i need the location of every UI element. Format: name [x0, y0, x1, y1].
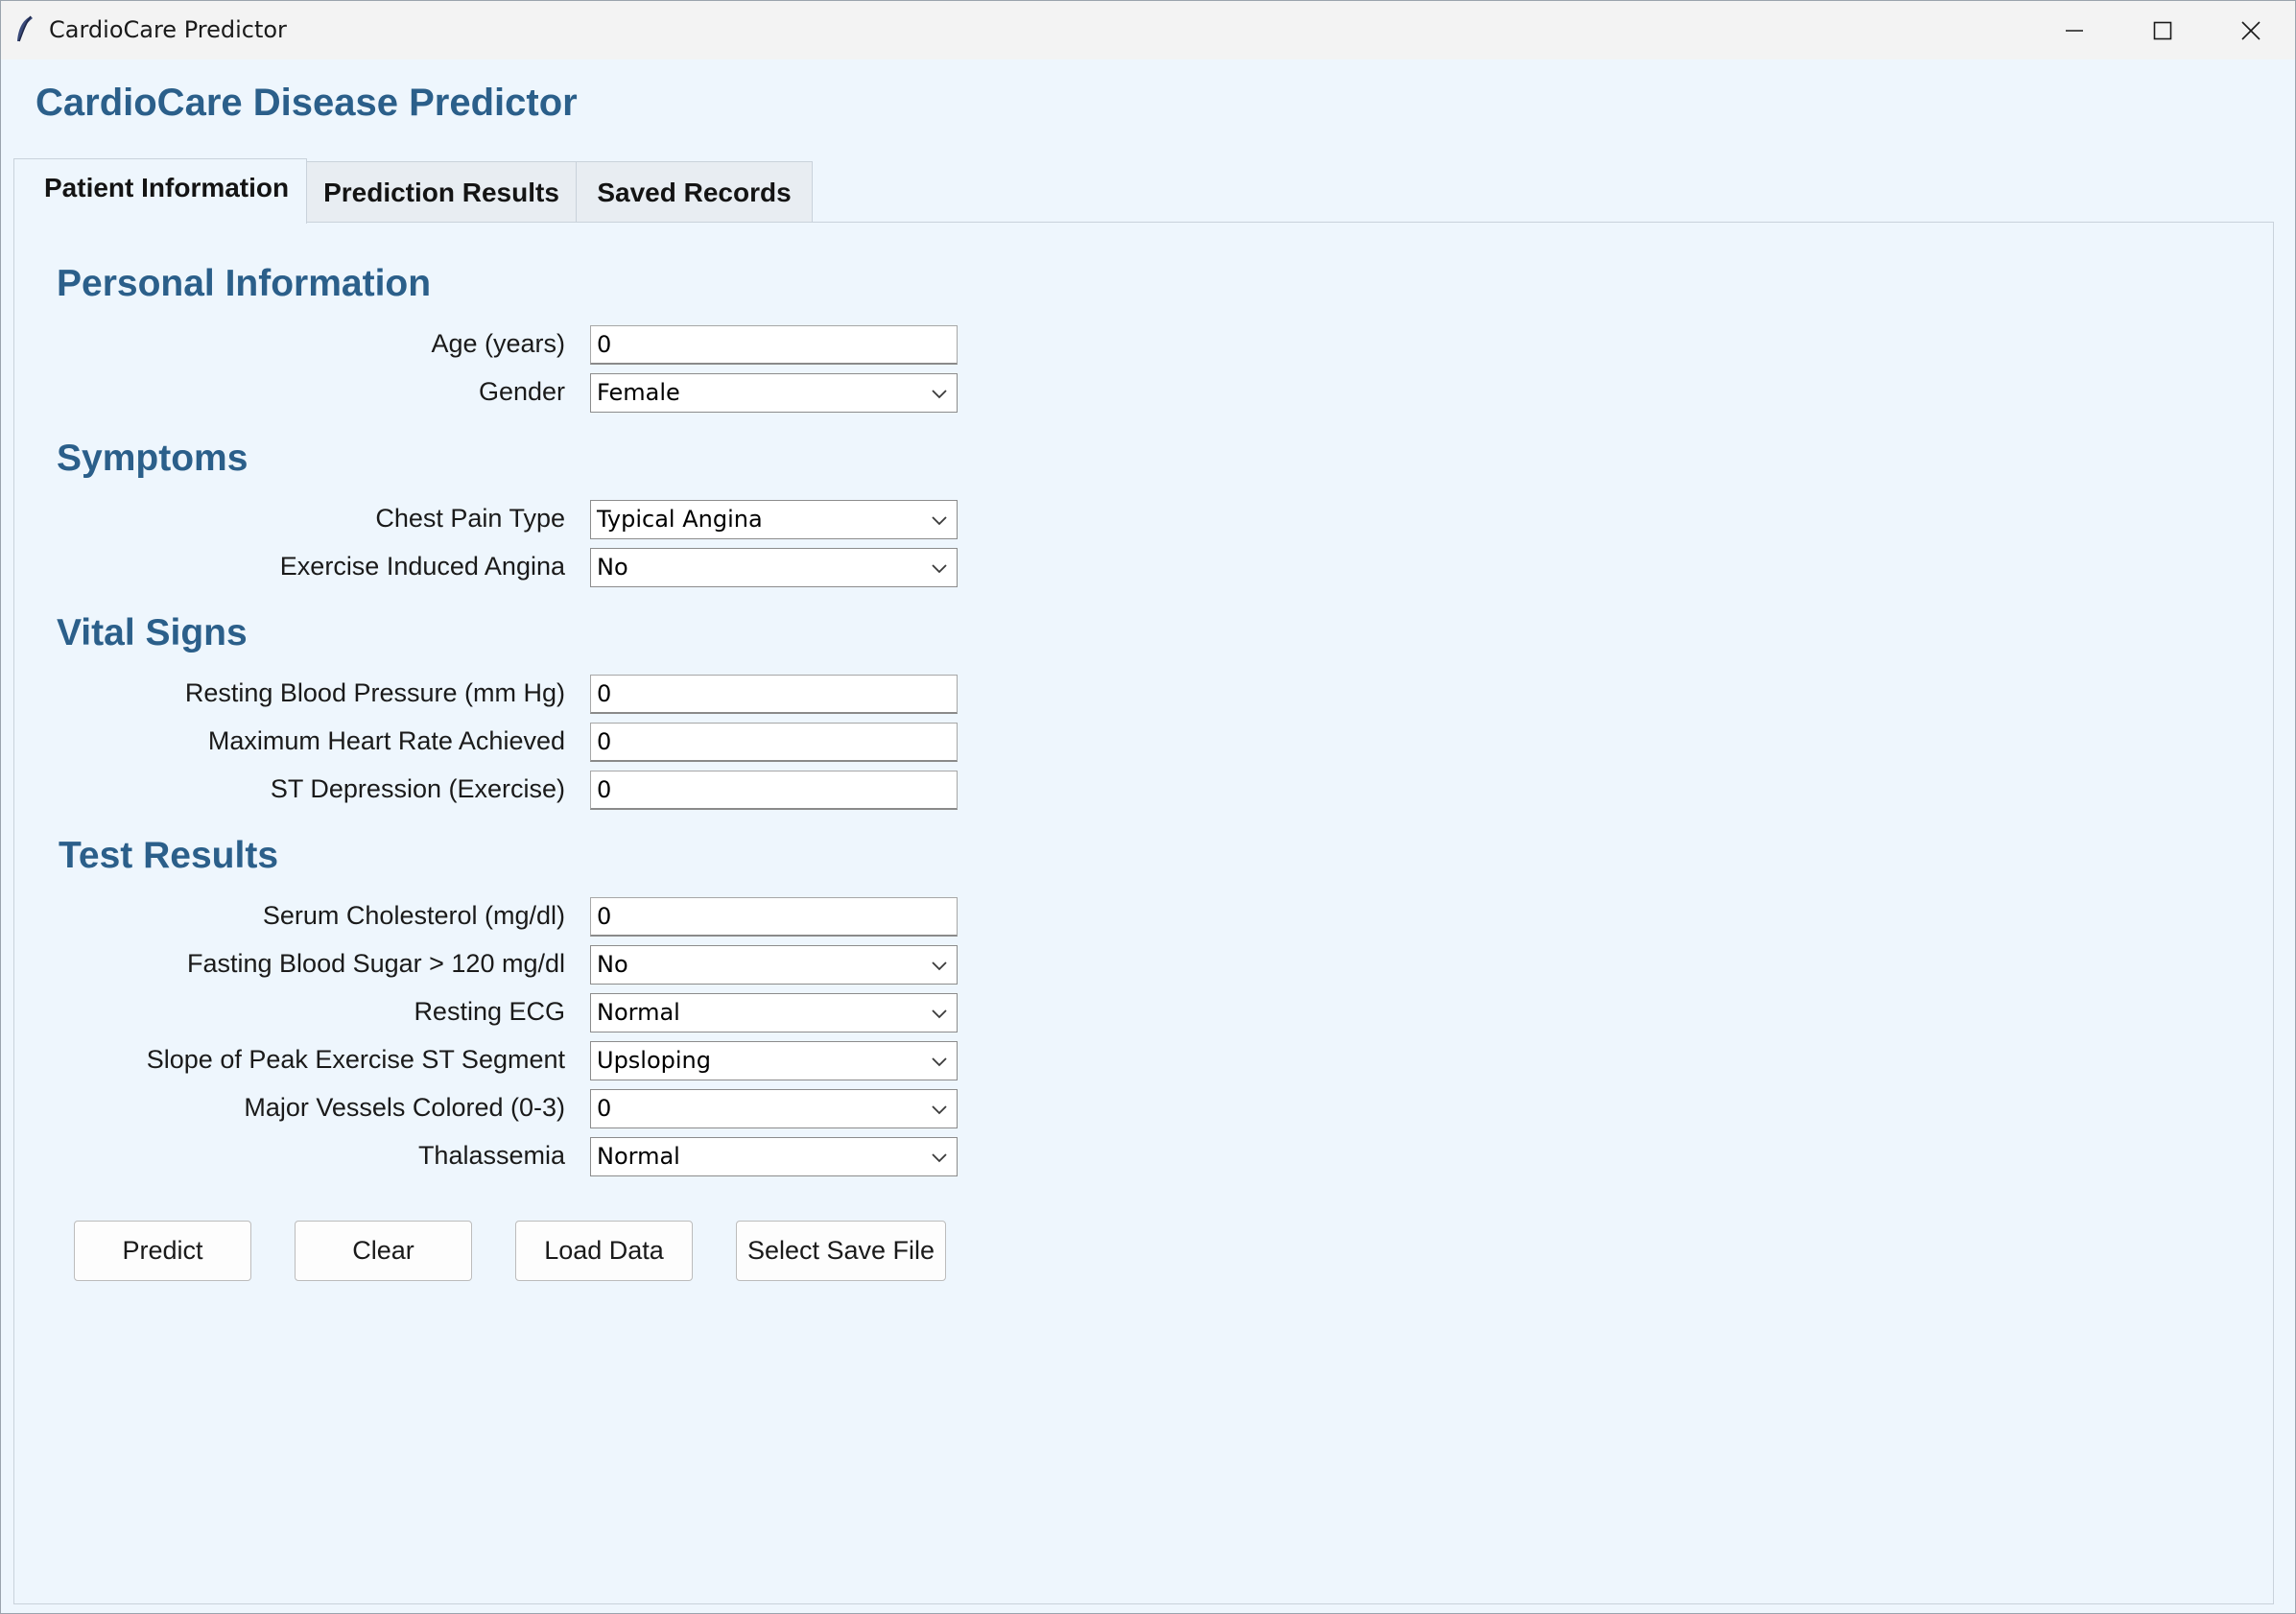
predict-button[interactable]: Predict — [74, 1221, 251, 1281]
major-vessels-label: Major Vessels Colored (0-3) — [244, 1093, 565, 1122]
chevron-down-icon — [932, 390, 947, 399]
fasting-blood-sugar-label: Fasting Blood Sugar > 120 mg/dl — [187, 949, 565, 978]
chevron-down-icon — [932, 1153, 947, 1163]
age-label: Age (years) — [431, 329, 565, 358]
title-bar[interactable]: CardioCare Predictor — [1, 1, 2295, 59]
window-title: CardioCare Predictor — [49, 16, 287, 43]
max-heart-rate-input[interactable]: 0 — [590, 723, 958, 762]
gender-label: Gender — [478, 377, 565, 406]
gender-select[interactable]: Female — [590, 373, 958, 413]
st-slope-select[interactable]: Upsloping — [590, 1041, 958, 1080]
exercise-angina-label: Exercise Induced Angina — [279, 552, 565, 581]
resting-bp-input[interactable]: 0 — [590, 675, 958, 714]
chevron-down-icon — [932, 516, 947, 526]
chevron-down-icon — [932, 564, 947, 574]
st-depression-label: ST Depression (Exercise) — [270, 774, 565, 803]
chevron-down-icon — [932, 961, 947, 971]
chevron-down-icon — [932, 1105, 947, 1115]
resting-ecg-select[interactable]: Normal — [590, 993, 958, 1032]
section-title-vitals: Vital Signs — [57, 612, 248, 653]
minimize-button[interactable] — [2030, 1, 2118, 59]
section-title-personal: Personal Information — [57, 263, 432, 304]
minimize-icon — [2066, 29, 2083, 32]
select-save-file-button[interactable]: Select Save File — [736, 1221, 946, 1281]
resting-bp-label: Resting Blood Pressure (mm Hg) — [184, 678, 565, 707]
resting-ecg-label: Resting ECG — [414, 997, 565, 1026]
max-heart-rate-label: Maximum Heart Rate Achieved — [207, 726, 565, 755]
close-button[interactable] — [2207, 1, 2295, 59]
major-vessels-select[interactable]: 0 — [590, 1089, 958, 1128]
exercise-angina-select-value: No — [597, 554, 628, 581]
thalassemia-select[interactable]: Normal — [590, 1137, 958, 1176]
maximize-icon — [2153, 21, 2172, 39]
page-title: CardioCare Disease Predictor — [36, 82, 578, 124]
fasting-blood-sugar-select-value: No — [597, 951, 628, 978]
fasting-blood-sugar-select[interactable]: No — [590, 945, 958, 985]
st-slope-select-value: Upsloping — [597, 1047, 712, 1074]
chest-pain-select[interactable]: Typical Angina — [590, 500, 958, 539]
st-depression-input[interactable]: 0 — [590, 771, 958, 810]
tab-patient-information[interactable]: Patient Information — [13, 158, 307, 224]
chevron-down-icon — [932, 1009, 947, 1019]
chevron-down-icon — [932, 1057, 947, 1067]
gender-select-value: Female — [597, 379, 680, 406]
cholesterol-label: Serum Cholesterol (mg/dl) — [262, 901, 565, 930]
chest-pain-select-value: Typical Angina — [597, 506, 763, 533]
tab-saved-records[interactable]: Saved Records — [576, 161, 813, 223]
section-title-symptoms: Symptoms — [57, 438, 249, 479]
thalassemia-select-value: Normal — [597, 1143, 680, 1170]
section-title-tests: Test Results — [59, 835, 279, 876]
feather-icon — [17, 15, 33, 42]
major-vessels-select-value: 0 — [597, 1095, 612, 1122]
st-slope-label: Slope of Peak Exercise ST Segment — [146, 1045, 565, 1074]
maximize-button[interactable] — [2118, 1, 2207, 59]
exercise-angina-select[interactable]: No — [590, 548, 958, 587]
load-data-button[interactable]: Load Data — [515, 1221, 693, 1281]
tab-prediction-results[interactable]: Prediction Results — [306, 161, 577, 223]
clear-button[interactable]: Clear — [295, 1221, 472, 1281]
app-window: CardioCare Predictor CardioCare Disease … — [0, 0, 2296, 1614]
cholesterol-input[interactable]: 0 — [590, 897, 958, 937]
resting-ecg-select-value: Normal — [597, 999, 680, 1026]
thalassemia-label: Thalassemia — [417, 1141, 565, 1170]
chest-pain-label: Chest Pain Type — [375, 504, 565, 533]
age-input[interactable]: 0 — [590, 325, 958, 365]
close-icon — [2241, 20, 2260, 40]
